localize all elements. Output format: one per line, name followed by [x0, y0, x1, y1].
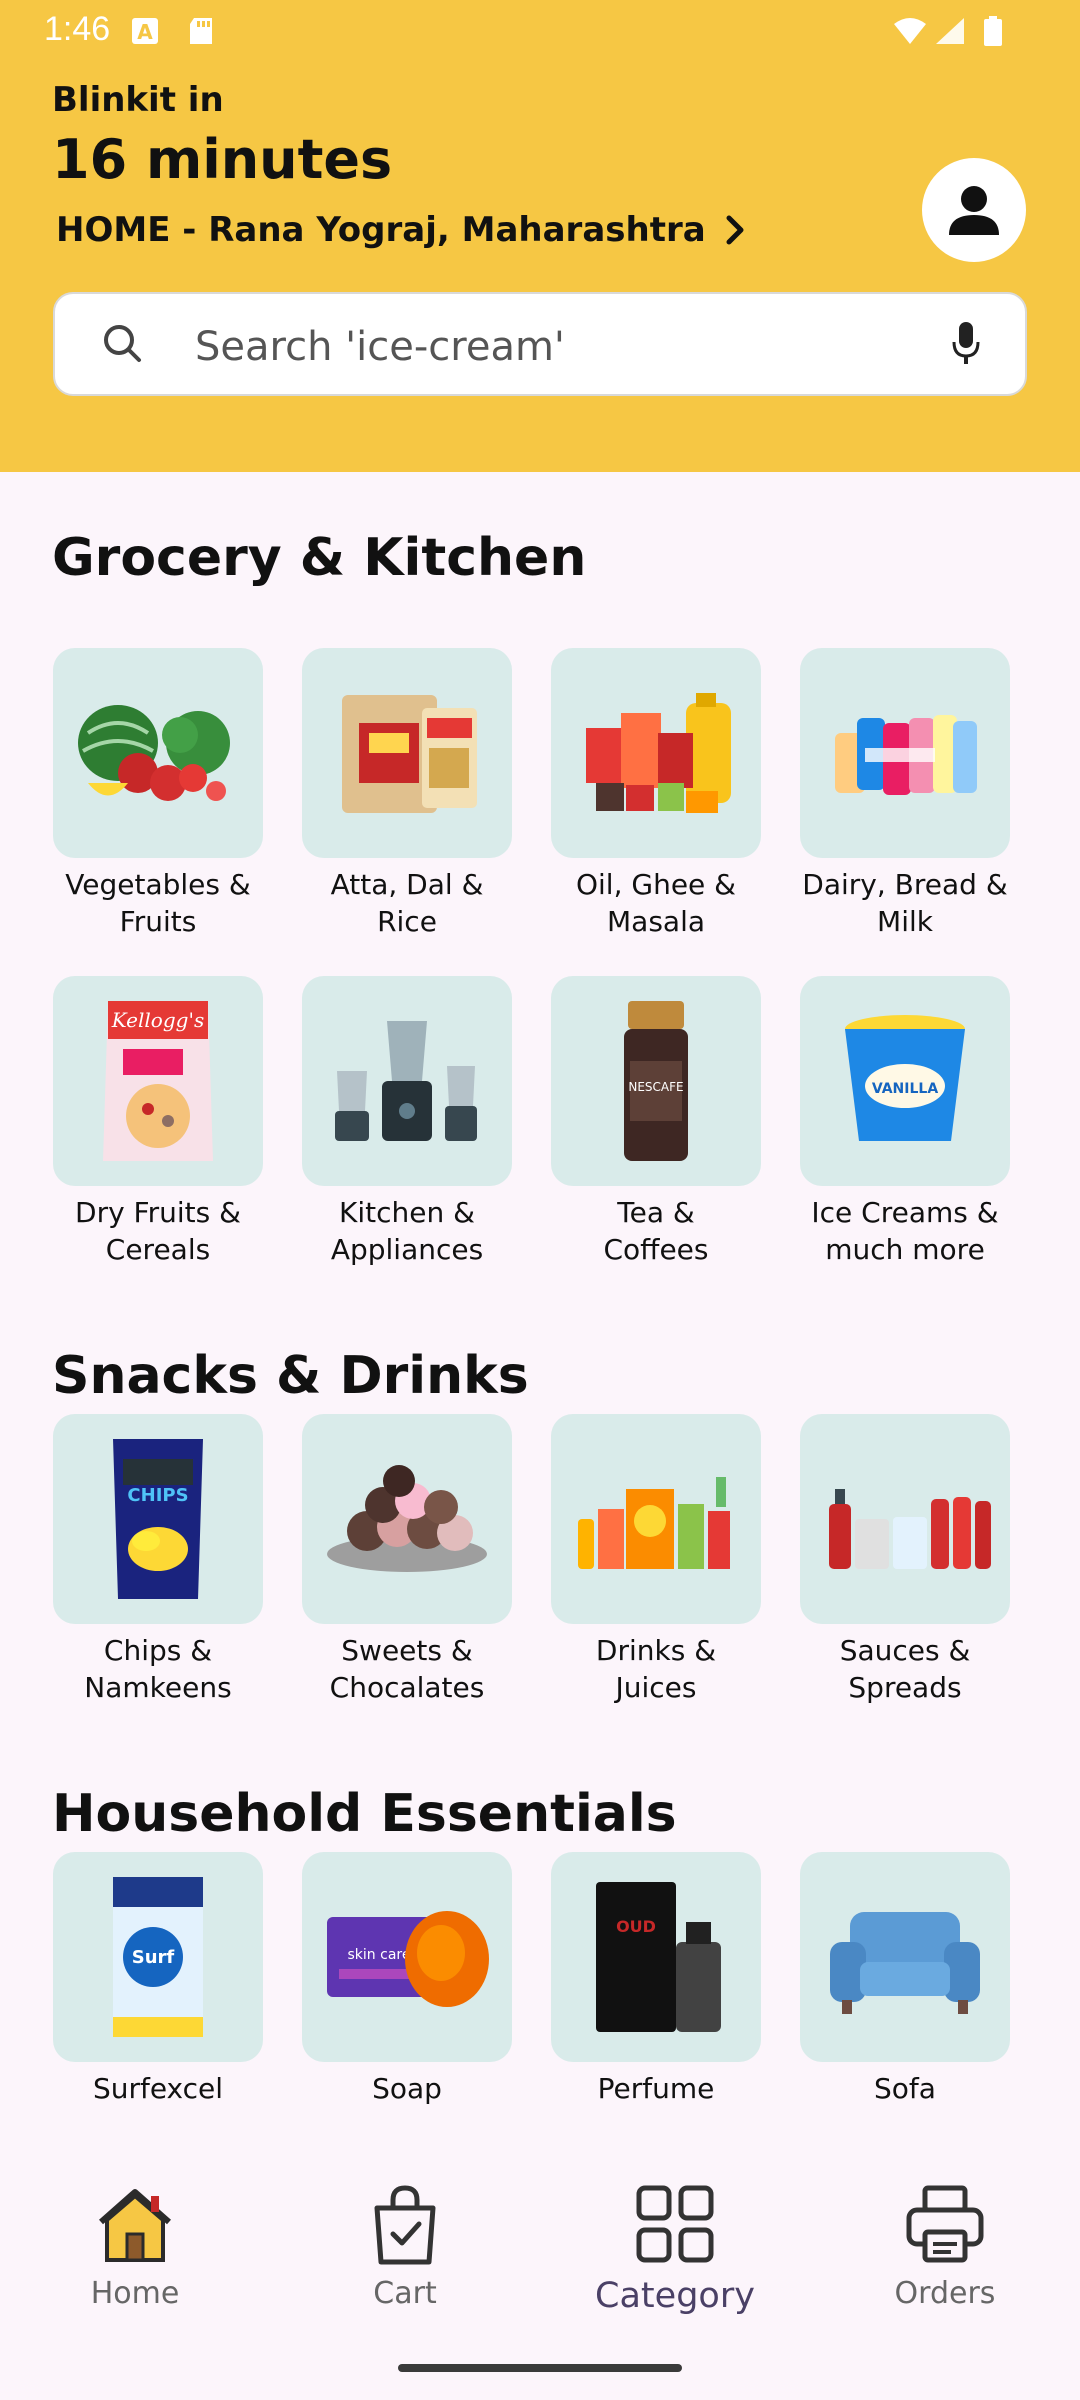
svg-text:VANILLA: VANILLA — [872, 1081, 938, 1097]
category-tile[interactable]: Vegetables & Fruits — [53, 648, 263, 940]
nav-home[interactable]: Home — [35, 2182, 235, 2311]
dairy-icon — [835, 715, 977, 795]
chips-icon: CHIPS — [113, 1439, 203, 1599]
category-tile[interactable]: Sauces & Spreads — [800, 1414, 1010, 1706]
svg-text:A: A — [137, 20, 153, 44]
header: 1:46 A Blinkit in 16 minutes HOME - Rana… — [0, 0, 1080, 472]
grid-icon — [636, 2185, 714, 2263]
search-input[interactable]: Search 'ice-cream' — [195, 324, 565, 370]
delivery-label: Blinkit in — [52, 80, 224, 120]
category-tile[interactable]: Surf Surfexcel — [53, 1852, 263, 2107]
atta-icon — [342, 695, 477, 813]
category-tile[interactable]: Drinks & Juices — [551, 1414, 761, 1706]
nav-cart[interactable]: Cart — [305, 2182, 505, 2311]
sd-card-icon — [190, 18, 212, 44]
search-bar[interactable]: Search 'ice-cream' — [53, 292, 1027, 396]
svg-text:Surf: Surf — [132, 1947, 175, 1968]
chevron-right-icon — [726, 215, 744, 245]
category-tile[interactable]: NESCAFE Tea & Coffees — [551, 976, 761, 1268]
perfume-icon: OUD — [596, 1882, 721, 2032]
drinks-icon — [578, 1477, 730, 1569]
section-title-snacks: Snacks & Drinks — [52, 1346, 529, 1406]
category-tile[interactable]: OUD Perfume — [551, 1852, 761, 2107]
sauces-icon — [829, 1489, 991, 1569]
category-tile[interactable]: Kitchen & Appliances — [302, 976, 512, 1268]
sweets-icon — [327, 1465, 487, 1572]
battery-icon — [984, 16, 1002, 46]
status-bar: 1:46 A — [0, 0, 1080, 62]
vegetables-icon — [78, 705, 230, 801]
svg-text:NESCAFE: NESCAFE — [628, 1080, 683, 1094]
category-tile[interactable]: Kellogg's Dry Fruits & Cereals — [53, 976, 263, 1268]
svg-text:CHIPS: CHIPS — [127, 1485, 188, 1506]
mixer-icon — [335, 1021, 477, 1141]
oil-icon — [586, 693, 731, 813]
cereal-icon: Kellogg's — [103, 1001, 213, 1161]
detergent-icon: Surf — [113, 1877, 203, 2037]
category-tile[interactable]: Sweets & Chocalates — [302, 1414, 512, 1706]
gesture-bar — [398, 2364, 682, 2372]
category-tile[interactable]: CHIPS Chips & Namkeens — [53, 1414, 263, 1706]
nav-orders[interactable]: Orders — [845, 2182, 1045, 2311]
section-title-grocery: Grocery & Kitchen — [52, 528, 587, 588]
category-tile[interactable]: Atta, Dal & Rice — [302, 648, 512, 940]
soap-icon: skin care — [327, 1911, 489, 2007]
coffee-jar-icon: NESCAFE — [624, 1001, 688, 1161]
signal-icon — [936, 18, 964, 44]
wifi-icon — [894, 18, 926, 44]
profile-button[interactable] — [922, 158, 1026, 262]
status-time: 1:46 — [44, 10, 111, 48]
address-text: HOME - Rana Yograj, Maharashtra — [56, 210, 706, 250]
mic-icon[interactable] — [951, 320, 981, 368]
category-tile[interactable]: Oil, Ghee & Masala — [551, 648, 761, 940]
home-icon — [99, 2189, 171, 2262]
sofa-icon — [830, 1912, 980, 2014]
category-tile[interactable]: Dairy, Bread & Milk — [800, 648, 1010, 940]
svg-text:OUD: OUD — [616, 1917, 656, 1936]
nav-category[interactable]: Category — [575, 2182, 775, 2316]
ice-cream-tub-icon: VANILLA — [845, 1015, 965, 1141]
delivery-time-title: 16 minutes — [52, 128, 393, 191]
person-icon — [949, 186, 999, 235]
address-selector[interactable]: HOME - Rana Yograj, Maharashtra — [56, 210, 746, 250]
category-tile[interactable]: Sofa — [800, 1852, 1010, 2107]
category-tile[interactable]: VANILLA Ice Creams & much more — [800, 976, 1010, 1268]
category-tile[interactable]: skin care Soap — [302, 1852, 512, 2107]
section-title-household: Household Essentials — [52, 1784, 677, 1844]
svg-text:Kellogg's: Kellogg's — [111, 1008, 204, 1032]
printer-icon — [906, 2185, 984, 2263]
notification-a-icon: A — [132, 18, 158, 44]
svg-text:skin care: skin care — [348, 1947, 411, 1963]
shopping-bag-icon — [374, 2185, 436, 2265]
search-icon — [104, 325, 141, 362]
